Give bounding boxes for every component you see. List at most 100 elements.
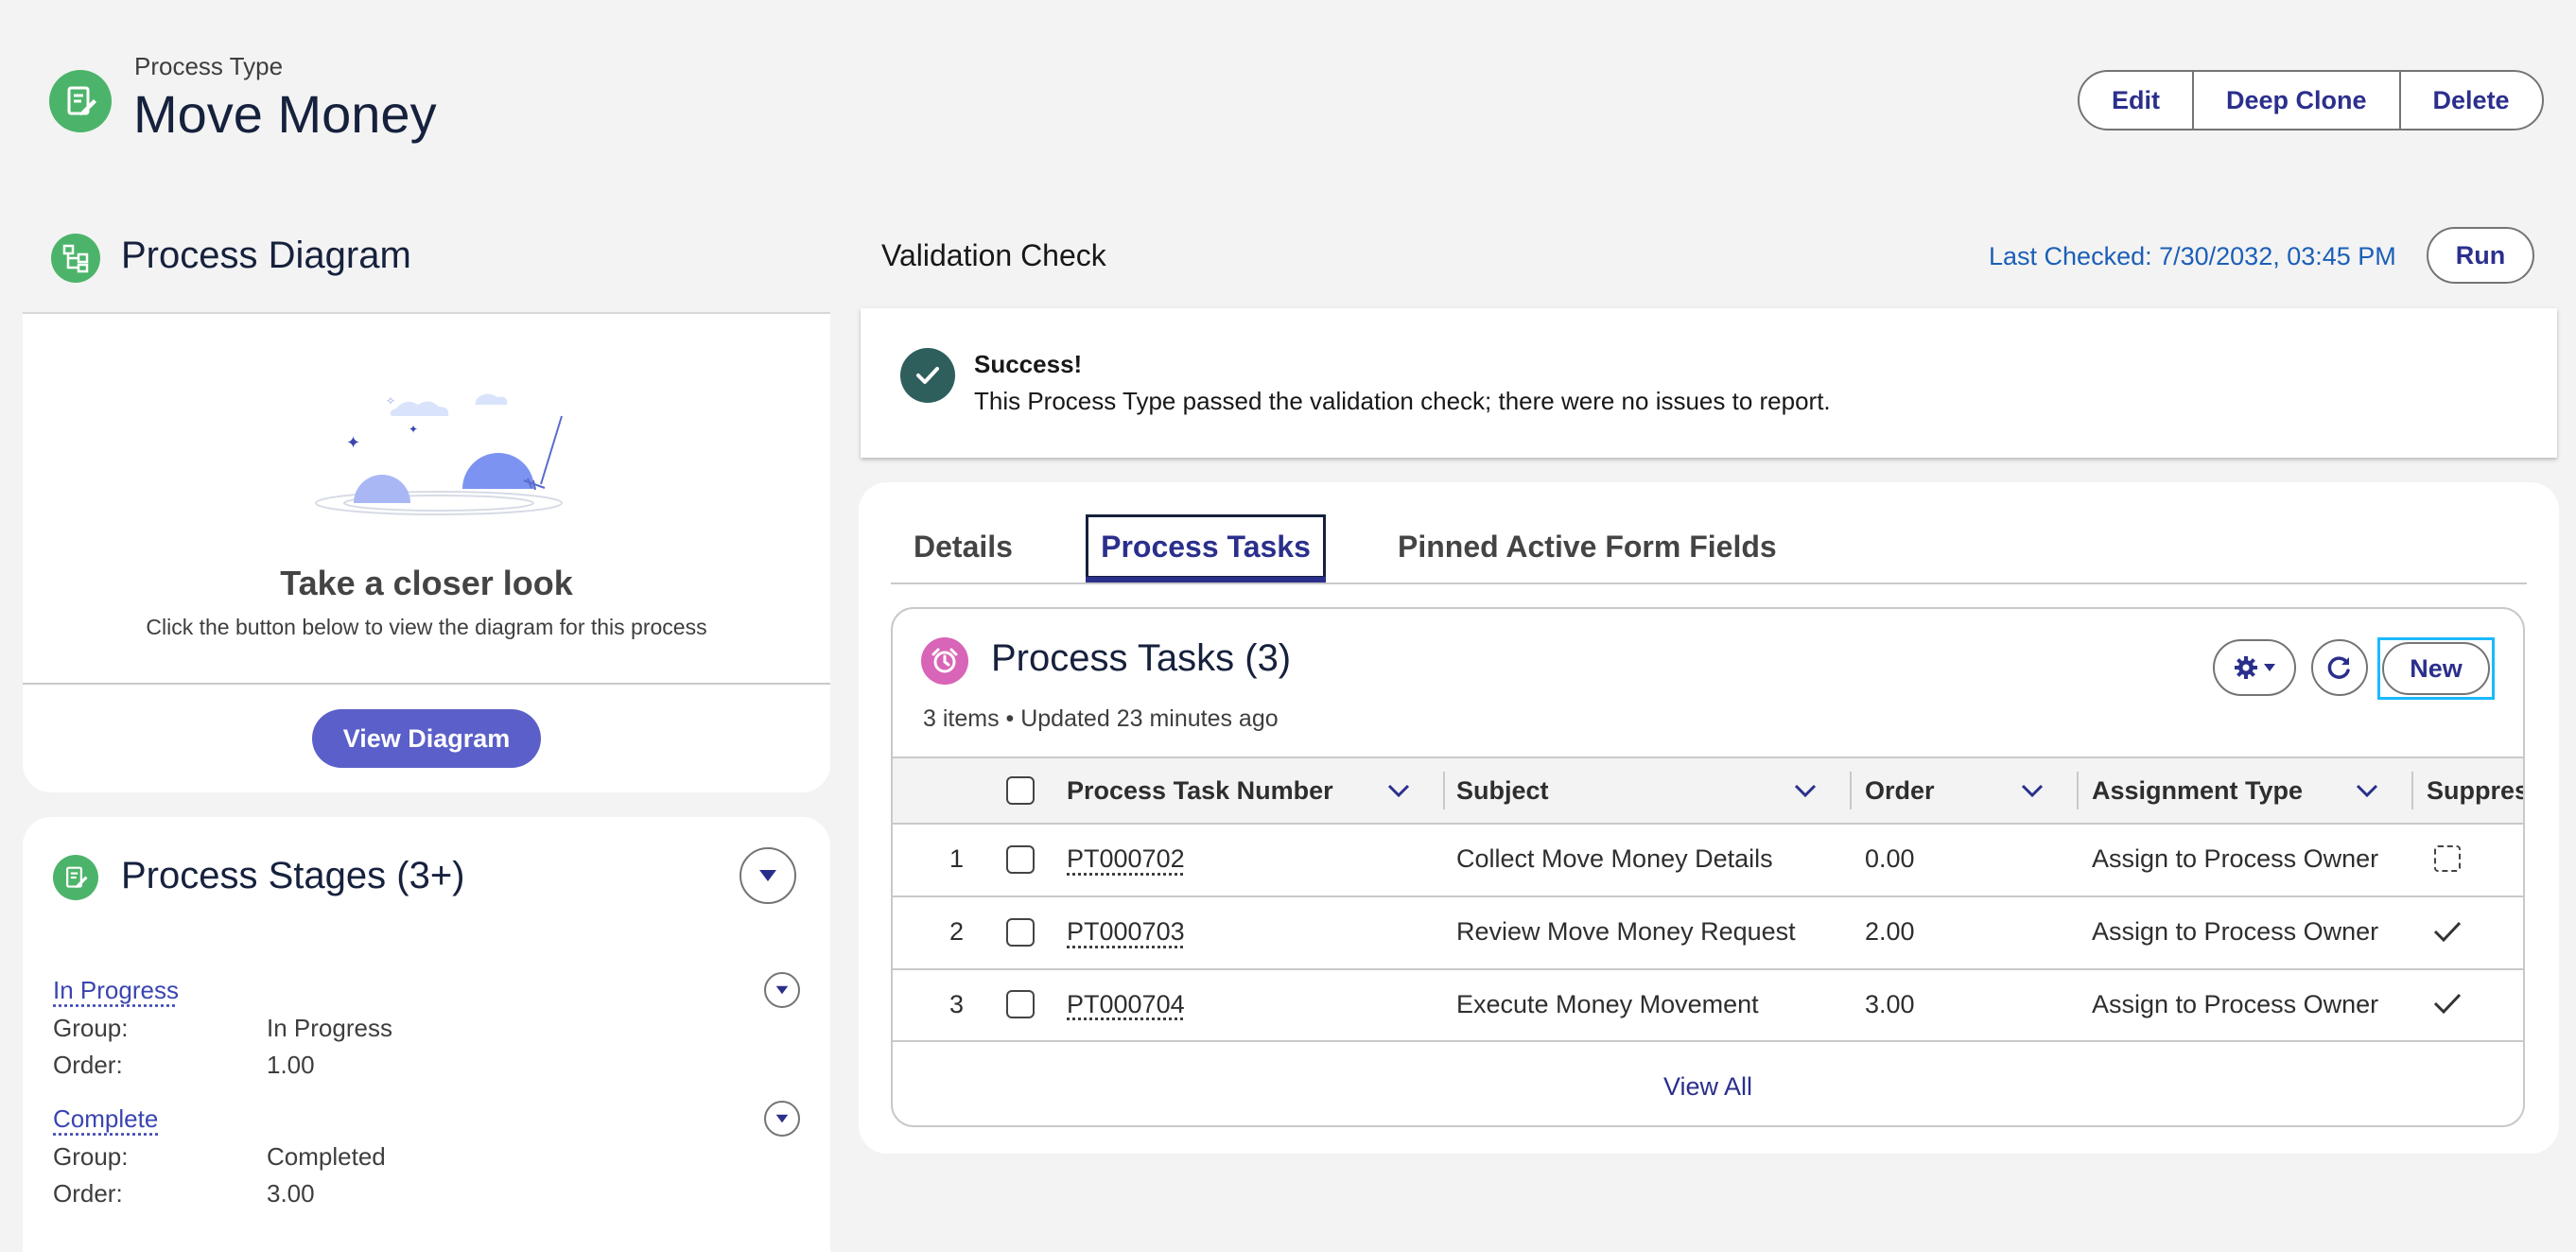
refresh-button[interactable] bbox=[2311, 639, 2368, 696]
row-select-checkbox[interactable] bbox=[1006, 990, 1035, 1018]
column-header-suppress[interactable]: Suppres bbox=[2427, 758, 2523, 823]
stage-2-menu-button[interactable] bbox=[764, 1101, 800, 1137]
tab-details[interactable]: Details bbox=[914, 530, 1013, 565]
svg-text:✧: ✧ bbox=[386, 394, 395, 408]
divider bbox=[23, 683, 830, 685]
column-divider[interactable] bbox=[1850, 772, 1852, 809]
process-stages-title: Process Stages (3+) bbox=[121, 855, 465, 896]
chevron-down-icon[interactable] bbox=[2355, 781, 2379, 800]
stages-menu-button[interactable] bbox=[740, 847, 796, 904]
closer-look-illustration: ✦ ✦ ✧ bbox=[315, 393, 563, 515]
svg-text:✦: ✦ bbox=[346, 433, 360, 453]
stage-2-group-label: Group: bbox=[53, 1142, 129, 1171]
stage-2-order-label: Order: bbox=[53, 1179, 123, 1208]
stage-link-in-progress[interactable]: In Progress bbox=[53, 976, 179, 1005]
caret-down-icon bbox=[2264, 664, 2275, 671]
chevron-down-icon bbox=[775, 985, 789, 995]
column-header-subject[interactable]: Subject bbox=[1456, 758, 1549, 823]
suppress-unchecked-icon bbox=[2434, 845, 2461, 872]
column-divider[interactable] bbox=[1443, 772, 1445, 809]
success-title: Success! bbox=[974, 350, 1083, 378]
stage-1-order-value: 1.00 bbox=[267, 1051, 315, 1079]
column-divider[interactable] bbox=[2077, 772, 2079, 809]
edit-button[interactable]: Edit bbox=[2080, 72, 2194, 129]
success-check-icon bbox=[900, 348, 955, 403]
chevron-down-icon[interactable] bbox=[1386, 781, 1411, 800]
task-order: 2.00 bbox=[1865, 917, 1915, 946]
stage-link-complete[interactable]: Complete bbox=[53, 1104, 158, 1134]
view-diagram-button[interactable]: View Diagram bbox=[312, 709, 541, 768]
table-row: 1 PT000702 Collect Move Money Details 0.… bbox=[893, 823, 2523, 897]
process-tasks-list: Process Tasks (3) 3 items • Updated 23 m… bbox=[891, 607, 2525, 1127]
delete-button[interactable]: Delete bbox=[2401, 72, 2542, 129]
deep-clone-button[interactable]: Deep Clone bbox=[2194, 72, 2401, 129]
column-header-assignment-type[interactable]: Assignment Type bbox=[2092, 758, 2303, 823]
list-settings-button[interactable] bbox=[2213, 639, 2296, 696]
last-checked-text: Last Checked: 7/30/2032, 03:45 PM bbox=[1989, 242, 2396, 270]
alarm-clock-icon bbox=[921, 637, 968, 685]
stage-1-group-label: Group: bbox=[53, 1014, 129, 1042]
record-actions: Edit Deep Clone Delete bbox=[2078, 70, 2544, 130]
closer-look-text: Click the button below to view the diagr… bbox=[146, 615, 707, 639]
task-subject: Review Move Money Request bbox=[1456, 917, 1796, 946]
column-header-process-task-number[interactable]: Process Task Number bbox=[1067, 758, 1333, 823]
task-number-link[interactable]: PT000704 bbox=[1067, 968, 1185, 1040]
hierarchy-icon bbox=[51, 234, 100, 283]
checkmark-icon bbox=[2433, 993, 2462, 1015]
checkmark-icon bbox=[2433, 921, 2462, 943]
row-select-checkbox[interactable] bbox=[1006, 918, 1035, 947]
validation-result-panel: Success! This Process Type passed the va… bbox=[861, 308, 2557, 458]
validation-title: Validation Check bbox=[881, 238, 1106, 272]
row-number: 3 bbox=[949, 989, 965, 1018]
task-assignment-type: Assign to Process Owner bbox=[2092, 917, 2379, 946]
run-button[interactable]: Run bbox=[2427, 227, 2534, 284]
stage-1-order-label: Order: bbox=[53, 1051, 123, 1079]
tab-process-tasks[interactable]: Process Tasks bbox=[1086, 514, 1326, 579]
table-row: 2 PT000703 Review Move Money Request 2.0… bbox=[893, 896, 2523, 970]
related-card: Details Process Tasks Pinned Active Form… bbox=[859, 482, 2559, 1154]
stage-2-group-value: Completed bbox=[267, 1142, 386, 1171]
chevron-down-icon bbox=[759, 870, 776, 881]
chevron-down-icon[interactable] bbox=[2020, 781, 2045, 800]
chevron-down-icon[interactable] bbox=[1793, 781, 1818, 800]
task-assignment-type: Assign to Process Owner bbox=[2092, 989, 2379, 1018]
process-stage-icon bbox=[53, 855, 98, 900]
row-number: 1 bbox=[949, 844, 965, 873]
task-number-link[interactable]: PT000702 bbox=[1067, 823, 1185, 896]
task-order: 3.00 bbox=[1865, 989, 1915, 1018]
stage-2-order-value: 3.00 bbox=[267, 1179, 315, 1208]
task-assignment-type: Assign to Process Owner bbox=[2092, 844, 2379, 873]
column-header-order[interactable]: Order bbox=[1865, 758, 1935, 823]
process-type-icon bbox=[49, 70, 112, 132]
task-subject: Collect Move Money Details bbox=[1456, 844, 1773, 873]
select-all-checkbox[interactable] bbox=[1006, 776, 1035, 805]
process-stages-card: Process Stages (3+) In Progress Group: I… bbox=[23, 817, 830, 1252]
new-task-button[interactable]: New bbox=[2377, 637, 2495, 700]
task-order: 0.00 bbox=[1865, 844, 1915, 873]
table-header: Process Task Number Subject Order Assign… bbox=[893, 758, 2523, 825]
row-select-checkbox[interactable] bbox=[1006, 845, 1035, 874]
row-number: 2 bbox=[949, 917, 965, 946]
process-tasks-title: Process Tasks (3) bbox=[991, 637, 1292, 679]
gear-icon bbox=[2235, 656, 2257, 679]
view-all-link[interactable]: View All bbox=[893, 1072, 2523, 1102]
table-row: 3 PT000704 Execute Money Movement 3.00 A… bbox=[893, 968, 2523, 1040]
stage-1-menu-button[interactable] bbox=[764, 972, 800, 1008]
tab-pinned-active-form-fields[interactable]: Pinned Active Form Fields bbox=[1398, 530, 1777, 565]
column-divider[interactable] bbox=[2411, 772, 2413, 809]
refresh-icon bbox=[2327, 656, 2350, 679]
task-subject: Execute Money Movement bbox=[1456, 989, 1759, 1018]
stage-1-group-value: In Progress bbox=[267, 1014, 392, 1042]
chevron-down-icon bbox=[775, 1114, 789, 1123]
svg-text:✦: ✦ bbox=[409, 423, 418, 436]
object-type-label: Process Type bbox=[134, 52, 284, 80]
closer-look-heading: Take a closer look bbox=[280, 564, 573, 602]
diagram-section-title: Process Diagram bbox=[121, 235, 411, 276]
process-tasks-table: Process Task Number Subject Order Assign… bbox=[893, 756, 2523, 1042]
success-message: This Process Type passed the validation … bbox=[974, 387, 1831, 415]
page-title: Move Money bbox=[133, 84, 437, 144]
diagram-card: ✦ ✦ ✧ Take a closer look Click the butto… bbox=[23, 312, 830, 792]
process-tasks-meta: 3 items • Updated 23 minutes ago bbox=[923, 705, 1279, 732]
task-number-link[interactable]: PT000703 bbox=[1067, 896, 1185, 968]
new-task-button-label: New bbox=[2382, 642, 2490, 695]
